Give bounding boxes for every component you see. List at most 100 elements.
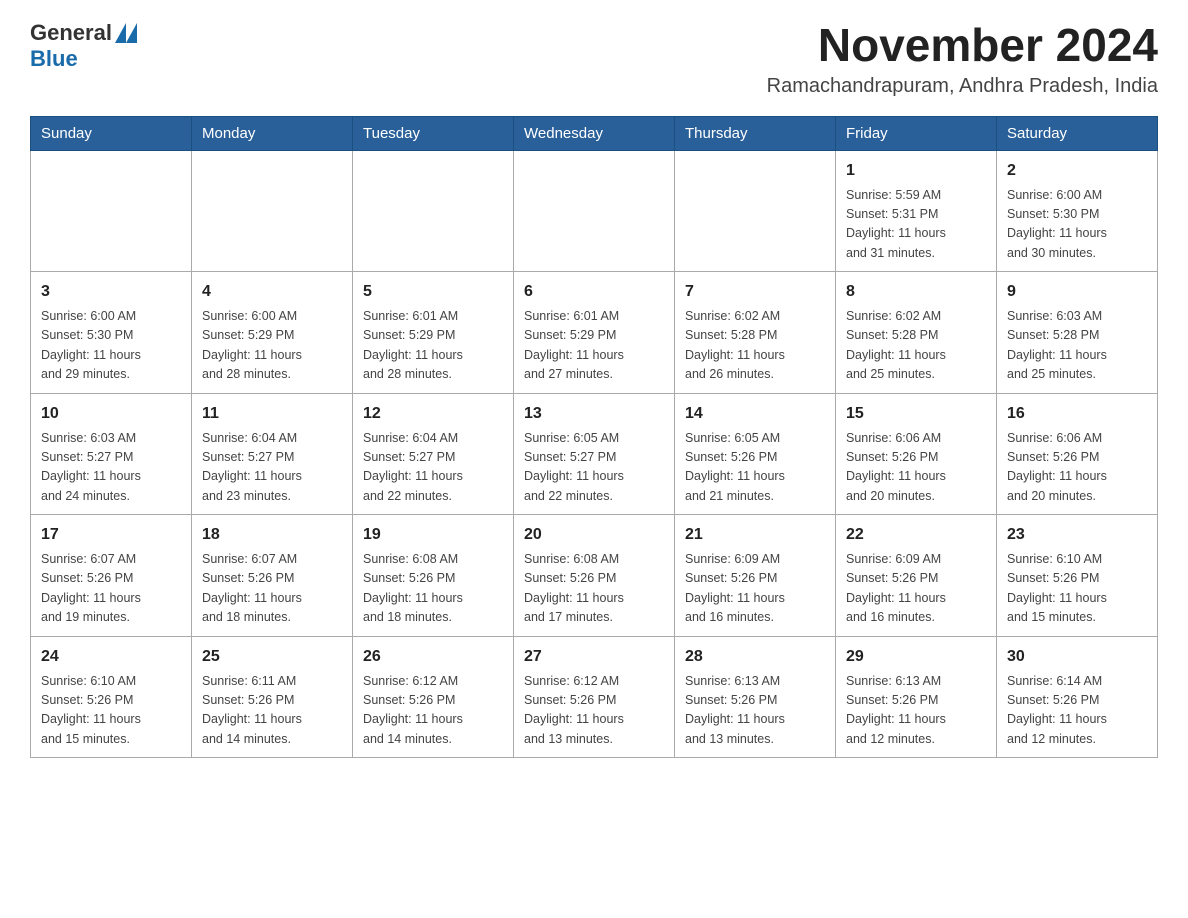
day-info: Sunrise: 6:01 AMSunset: 5:29 PMDaylight:… [524,307,664,385]
table-row: 30 Sunrise: 6:14 AMSunset: 5:26 PMDayligh… [997,636,1158,758]
table-row [31,150,192,272]
day-info: Sunrise: 6:05 AMSunset: 5:26 PMDaylight:… [685,429,825,507]
table-row: 29Sunrise: 6:13 AMSunset: 5:26 PMDayligh… [836,636,997,758]
day-info: Sunrise: 6:03 AMSunset: 5:27 PMDaylight:… [41,429,181,507]
table-row: 16 Sunrise: 6:06 AMSunset: 5:26 PMDayligh… [997,393,1158,515]
page-header: General Blue November 2024 Ramachandrapu… [30,20,1158,98]
table-row: 27Sunrise: 6:12 AMSunset: 5:26 PMDayligh… [514,636,675,758]
calendar-table: Sunday Monday Tuesday Wednesday Thursday… [30,116,1158,759]
day-number: 10 [41,402,181,426]
day-info: Sunrise: 6:00 AMSunset: 5:29 PMDaylight:… [202,307,342,385]
day-info: Sunrise: 6:07 AMSunset: 5:26 PMDaylight:… [41,550,181,628]
table-row: 3 Sunrise: 6:00 AMSunset: 5:30 PMDaylight… [31,272,192,394]
day-number: 3 [41,280,181,304]
table-row: 17 Sunrise: 6:07 AMSunset: 5:26 PMDayligh… [31,515,192,637]
col-thursday: Thursday [675,116,836,150]
day-info: Sunrise: 6:04 AMSunset: 5:27 PMDaylight:… [202,429,342,507]
logo-blue: Blue [30,46,78,71]
day-info: Sunrise: 6:01 AMSunset: 5:29 PMDaylight:… [363,307,503,385]
calendar-week-row: 3 Sunrise: 6:00 AMSunset: 5:30 PMDaylight… [31,272,1158,394]
logo-arrows-icon [115,23,137,43]
day-info: Sunrise: 6:14 AMSunset: 5:26 PMDaylight:… [1007,672,1147,750]
day-info: Sunrise: 6:07 AMSunset: 5:26 PMDaylight:… [202,550,342,628]
location-title: Ramachandrapuram, Andhra Pradesh, India [767,75,1158,98]
day-info: Sunrise: 6:11 AMSunset: 5:26 PMDaylight:… [202,672,342,750]
logo: General Blue [30,20,137,73]
calendar-week-row: 17 Sunrise: 6:07 AMSunset: 5:26 PMDayligh… [31,515,1158,637]
col-wednesday: Wednesday [514,116,675,150]
table-row: 23 Sunrise: 6:10 AMSunset: 5:26 PMDayligh… [997,515,1158,637]
day-number: 23 [1007,523,1147,547]
col-tuesday: Tuesday [353,116,514,150]
table-row: 5 Sunrise: 6:01 AMSunset: 5:29 PMDaylight… [353,272,514,394]
calendar-week-row: 10 Sunrise: 6:03 AMSunset: 5:27 PMDayligh… [31,393,1158,515]
day-info: Sunrise: 6:02 AMSunset: 5:28 PMDaylight:… [846,307,986,385]
table-row: 11 Sunrise: 6:04 AMSunset: 5:27 PMDayligh… [192,393,353,515]
day-info: Sunrise: 6:08 AMSunset: 5:26 PMDaylight:… [363,550,503,628]
table-row: 9Sunrise: 6:03 AMSunset: 5:28 PMDaylight… [997,272,1158,394]
table-row: 13 Sunrise: 6:05 AMSunset: 5:27 PMDayligh… [514,393,675,515]
table-row: 8 Sunrise: 6:02 AMSunset: 5:28 PMDaylight… [836,272,997,394]
table-row: 15Sunrise: 6:06 AMSunset: 5:26 PMDayligh… [836,393,997,515]
day-number: 28 [685,645,825,669]
day-info: Sunrise: 6:10 AMSunset: 5:26 PMDaylight:… [1007,550,1147,628]
day-number: 5 [363,280,503,304]
table-row: 20Sunrise: 6:08 AMSunset: 5:26 PMDayligh… [514,515,675,637]
day-number: 1 [846,159,986,183]
day-number: 17 [41,523,181,547]
col-monday: Monday [192,116,353,150]
day-info: Sunrise: 6:02 AMSunset: 5:28 PMDaylight:… [685,307,825,385]
day-number: 8 [846,280,986,304]
day-info: Sunrise: 6:09 AMSunset: 5:26 PMDaylight:… [846,550,986,628]
table-row [514,150,675,272]
day-info: Sunrise: 6:13 AMSunset: 5:26 PMDaylight:… [685,672,825,750]
table-row: 28 Sunrise: 6:13 AMSunset: 5:26 PMDayligh… [675,636,836,758]
day-number: 16 [1007,402,1147,426]
day-number: 2 [1007,159,1147,183]
day-info: Sunrise: 6:06 AMSunset: 5:26 PMDaylight:… [1007,429,1147,507]
day-number: 15 [846,402,986,426]
title-area: November 2024 Ramachandrapuram, Andhra P… [767,20,1158,98]
table-row: 21Sunrise: 6:09 AMSunset: 5:26 PMDayligh… [675,515,836,637]
table-row: 2 Sunrise: 6:00 AMSunset: 5:30 PMDaylight… [997,150,1158,272]
day-number: 13 [524,402,664,426]
table-row: 24Sunrise: 6:10 AMSunset: 5:26 PMDayligh… [31,636,192,758]
month-title: November 2024 [767,20,1158,71]
table-row [192,150,353,272]
logo-general: General [30,20,112,46]
day-info: Sunrise: 6:12 AMSunset: 5:26 PMDaylight:… [524,672,664,750]
day-info: Sunrise: 6:13 AMSunset: 5:26 PMDaylight:… [846,672,986,750]
day-number: 14 [685,402,825,426]
table-row: 6Sunrise: 6:01 AMSunset: 5:29 PMDaylight… [514,272,675,394]
day-number: 26 [363,645,503,669]
table-row: 25 Sunrise: 6:11 AMSunset: 5:26 PMDayligh… [192,636,353,758]
table-row: 26 Sunrise: 6:12 AMSunset: 5:26 PMDayligh… [353,636,514,758]
table-row [675,150,836,272]
day-number: 22 [846,523,986,547]
day-number: 7 [685,280,825,304]
day-info: Sunrise: 6:00 AMSunset: 5:30 PMDaylight:… [1007,186,1147,264]
day-info: Sunrise: 6:00 AMSunset: 5:30 PMDaylight:… [41,307,181,385]
table-row [353,150,514,272]
day-info: Sunrise: 6:05 AMSunset: 5:27 PMDaylight:… [524,429,664,507]
table-row: 12Sunrise: 6:04 AMSunset: 5:27 PMDayligh… [353,393,514,515]
col-sunday: Sunday [31,116,192,150]
col-friday: Friday [836,116,997,150]
day-info: Sunrise: 6:10 AMSunset: 5:26 PMDaylight:… [41,672,181,750]
day-number: 9 [1007,280,1147,304]
day-info: Sunrise: 6:12 AMSunset: 5:26 PMDaylight:… [363,672,503,750]
day-number: 30 [1007,645,1147,669]
calendar-week-row: 1Sunrise: 5:59 AMSunset: 5:31 PMDaylight… [31,150,1158,272]
day-info: Sunrise: 6:09 AMSunset: 5:26 PMDaylight:… [685,550,825,628]
table-row: 7 Sunrise: 6:02 AMSunset: 5:28 PMDaylight… [675,272,836,394]
day-info: Sunrise: 6:08 AMSunset: 5:26 PMDaylight:… [524,550,664,628]
table-row: 10 Sunrise: 6:03 AMSunset: 5:27 PMDayligh… [31,393,192,515]
day-number: 11 [202,402,342,426]
day-number: 4 [202,280,342,304]
calendar-header-row: Sunday Monday Tuesday Wednesday Thursday… [31,116,1158,150]
day-info: Sunrise: 6:04 AMSunset: 5:27 PMDaylight:… [363,429,503,507]
col-saturday: Saturday [997,116,1158,150]
day-number: 25 [202,645,342,669]
day-number: 19 [363,523,503,547]
day-number: 18 [202,523,342,547]
